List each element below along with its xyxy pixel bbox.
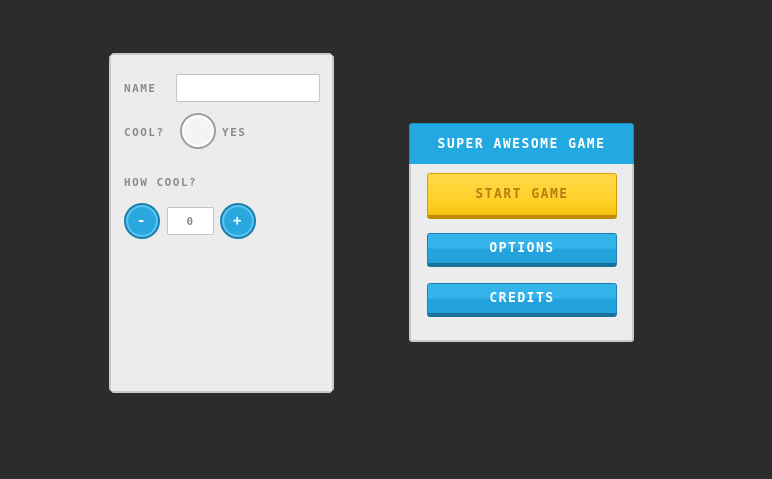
options-button[interactable]: OPTIONS — [427, 233, 617, 267]
cool-checkbox[interactable] — [180, 113, 216, 149]
decrement-button[interactable]: - — [124, 203, 160, 239]
how-cool-label: HOW COOL? — [124, 176, 198, 189]
yes-label: YES — [222, 126, 247, 139]
name-label: NAME — [124, 82, 157, 95]
increment-button[interactable]: + — [220, 203, 256, 239]
menu-title: SUPER AWESOME GAME — [409, 123, 634, 165]
credits-button[interactable]: CREDITS — [427, 283, 617, 317]
how-cool-value[interactable]: 0 — [167, 207, 214, 235]
cool-label: COOL? — [124, 126, 165, 139]
minus-icon: - — [137, 213, 147, 229]
main-menu-panel: SUPER AWESOME GAME START GAME OPTIONS CR… — [409, 123, 634, 342]
plus-icon: + — [233, 213, 243, 229]
start-game-button[interactable]: START GAME — [427, 173, 617, 219]
menu-body: START GAME OPTIONS CREDITS — [409, 164, 634, 342]
name-input[interactable] — [176, 74, 320, 102]
form-panel: NAME COOL? YES HOW COOL? - 0 + — [109, 53, 334, 393]
